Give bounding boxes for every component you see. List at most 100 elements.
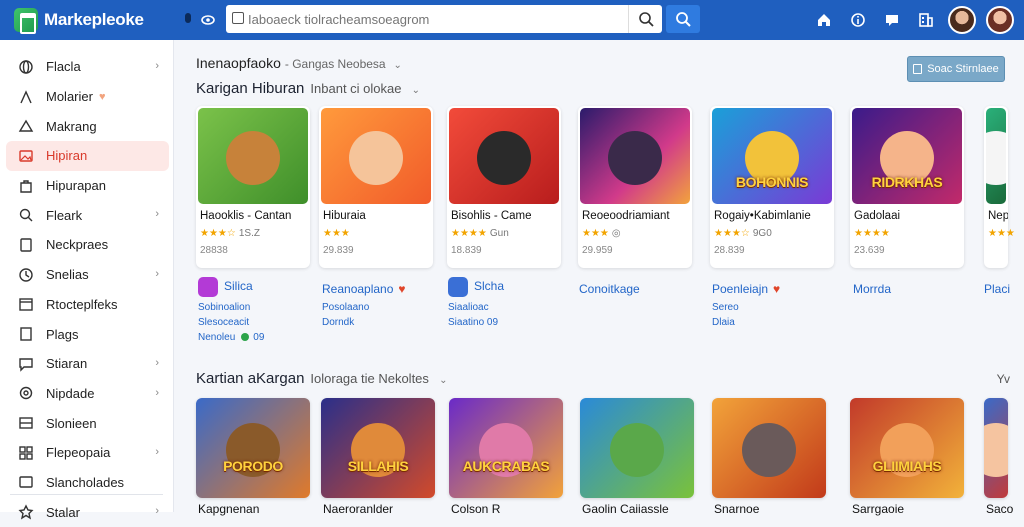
game-title[interactable]: Naeroranlder	[323, 502, 393, 516]
gear-icon	[18, 385, 34, 401]
search-icon[interactable]	[628, 5, 662, 33]
top-action-button[interactable]: Soac Stirnlaee	[907, 56, 1005, 82]
avatar-secondary[interactable]	[986, 6, 1014, 34]
app-title[interactable]: Nep	[988, 210, 1008, 222]
app-thumbnail	[449, 108, 559, 204]
app-title[interactable]: Hiburaia	[323, 210, 433, 222]
publisher-name: Reanoaplano	[322, 282, 394, 296]
app-name: Markepleoke	[44, 10, 144, 29]
eye-icon[interactable]	[196, 8, 220, 32]
app-rating: ★★★☆ 1S.Z	[200, 228, 310, 239]
sidebar-item[interactable]: Flacla ›	[0, 52, 173, 82]
publisher-link[interactable]: Silica	[198, 277, 253, 297]
app-card[interactable]: BOHONNIS Rogaiy•Kabimlanie ★★★☆ 9G0 28.839	[710, 106, 834, 268]
sidebar-item[interactable]: Hipurapan	[0, 171, 173, 201]
publisher-link[interactable]: Slcha	[448, 277, 504, 297]
app-title[interactable]: Rogaiy•Kabimlanie	[714, 210, 834, 222]
brand[interactable]: Markepleoke	[14, 8, 174, 34]
game-title[interactable]: Saco	[986, 502, 1013, 516]
sidebar-item[interactable]: Stalar ›	[0, 497, 173, 527]
sidebar-item-label: Flepeopaia	[46, 445, 111, 461]
publisher-link[interactable]: Morrda	[853, 282, 891, 296]
search-scope-icon	[232, 12, 244, 24]
game-card[interactable]: PORODO	[196, 398, 310, 498]
chevron-down-icon[interactable]: ⌄	[393, 60, 401, 71]
character-art	[986, 130, 1006, 185]
triangle-icon	[18, 118, 34, 134]
app-card[interactable]: Nep ★★★	[984, 106, 1015, 268]
app-card[interactable]: RIDRKHAS Gadolaai ★★★★ 23.639	[850, 106, 964, 268]
app-title[interactable]: Haooklis - Cantan	[200, 210, 310, 222]
sidebar-item[interactable]: Slonieen	[0, 408, 173, 438]
section2-more[interactable]: Yv	[997, 372, 1010, 386]
game-card[interactable]: AUKCRABAS	[449, 398, 563, 498]
chevron-down-icon[interactable]: ⌄	[412, 85, 420, 96]
publisher-link[interactable]: Poenleiajn ♥	[712, 282, 780, 296]
game-title[interactable]: Sarrgaoie	[852, 502, 904, 516]
publisher-meta-text: Dorndk	[322, 317, 355, 328]
publisher-meta-text: Dlaia	[712, 317, 735, 328]
chevron-down-icon[interactable]: ⌄	[439, 375, 447, 386]
star-rating-icon: ★★★	[323, 228, 350, 239]
app-card[interactable]: Reoeoodriamiant ★★★ ◎ 29.959	[578, 106, 692, 268]
sidebar-item[interactable]: Snelias ›	[0, 260, 173, 290]
sidebar-item[interactable]: Hipiran	[6, 141, 169, 171]
publisher-link[interactable]: Placi	[984, 282, 1010, 296]
info-icon[interactable]	[846, 8, 870, 32]
bookmark-icon[interactable]	[880, 8, 904, 32]
app-downloads: 29.959	[582, 245, 613, 256]
publisher-meta-text: Nenoleu	[198, 332, 236, 343]
sidebar-item-label: Stalar	[46, 504, 80, 520]
game-card[interactable]: GLIIMIAHS	[850, 398, 964, 498]
building-icon[interactable]	[914, 8, 938, 32]
home-icon[interactable]	[812, 8, 836, 32]
sidebar-item-label: Hipiran	[46, 148, 88, 164]
sidebar-item[interactable]: Molarier ♥	[0, 82, 173, 112]
sidebar-item[interactable]: Fleark ›	[0, 200, 173, 230]
sidebar-item[interactable]: Makrang	[0, 111, 173, 141]
sidebar-item[interactable]: Nipdade ›	[0, 379, 173, 409]
app-card[interactable]: Haooklis - Cantan ★★★☆ 1S.Z 28838	[196, 106, 310, 268]
thumbnail-title: SILLAHIS	[347, 458, 409, 474]
sidebar-item[interactable]: Stiaran ›	[0, 349, 173, 379]
rating-value: 9G0	[752, 228, 772, 239]
sidebar-item[interactable]: Neckpraes	[0, 230, 173, 260]
thumbnail-title: BOHONNIS	[735, 174, 809, 190]
app-title[interactable]: Gadolaai	[854, 210, 964, 222]
sidebar-item[interactable]: Rtocteplfeks	[0, 290, 173, 320]
game-title[interactable]: Kapgnenan	[198, 502, 259, 516]
app-downloads: 18.839	[451, 245, 482, 256]
publisher-name: Placi	[984, 282, 1011, 296]
game-card[interactable]	[580, 398, 694, 498]
game-title[interactable]: Snarnoe	[714, 502, 759, 516]
avatar[interactable]	[948, 6, 976, 34]
chevron-right-icon: ›	[155, 356, 159, 369]
game-title[interactable]: Gaolin Caiiassle	[582, 502, 669, 516]
game-card[interactable]	[984, 398, 1008, 498]
publisher-link[interactable]: Reanoaplano ♥	[322, 282, 406, 296]
section-title: Kartian aKargan Ioloraga tie Nekoltes ⌄	[196, 370, 447, 387]
app-card[interactable]: Hiburaia ★★★ 29.839	[319, 106, 433, 268]
thumbnail-title: GLIIMIAHS	[872, 458, 942, 474]
thumbnail-title: PORODO	[223, 458, 283, 474]
breadcrumb-title[interactable]: Inenaopfaoko	[196, 55, 281, 71]
game-card[interactable]	[712, 398, 826, 498]
search-button[interactable]	[666, 5, 700, 33]
sidebar-item-label: Molarier	[46, 89, 93, 105]
star-rating-icon: ★★★	[988, 228, 1015, 239]
publisher-link[interactable]: Conoitkage	[579, 282, 640, 296]
search-input[interactable]	[248, 6, 628, 32]
character-art	[349, 130, 403, 185]
sidebar-item[interactable]: Flepeopaia ›	[0, 438, 173, 468]
main-content: Inenaopfaoko - Gangas Neobesa ⌄ Soac Stir…	[174, 40, 1024, 516]
app-title[interactable]: Reoeoodriamiant	[582, 210, 692, 222]
app-card[interactable]: Bisohlis - Came ★★★★ Gun 18.839	[447, 106, 561, 268]
game-card[interactable]: SILLAHIS	[321, 398, 435, 498]
app-title[interactable]: Bisohlis - Came	[451, 210, 561, 222]
game-title[interactable]: Colson R	[451, 502, 500, 516]
sidebar-item[interactable]: Slancholades	[0, 468, 173, 498]
sidebar-item[interactable]: Plags	[0, 319, 173, 349]
document-icon	[913, 64, 923, 74]
breadcrumb-sub: - Gangas Neobesa	[284, 57, 386, 71]
publisher-meta-text: Sereo	[712, 302, 739, 313]
